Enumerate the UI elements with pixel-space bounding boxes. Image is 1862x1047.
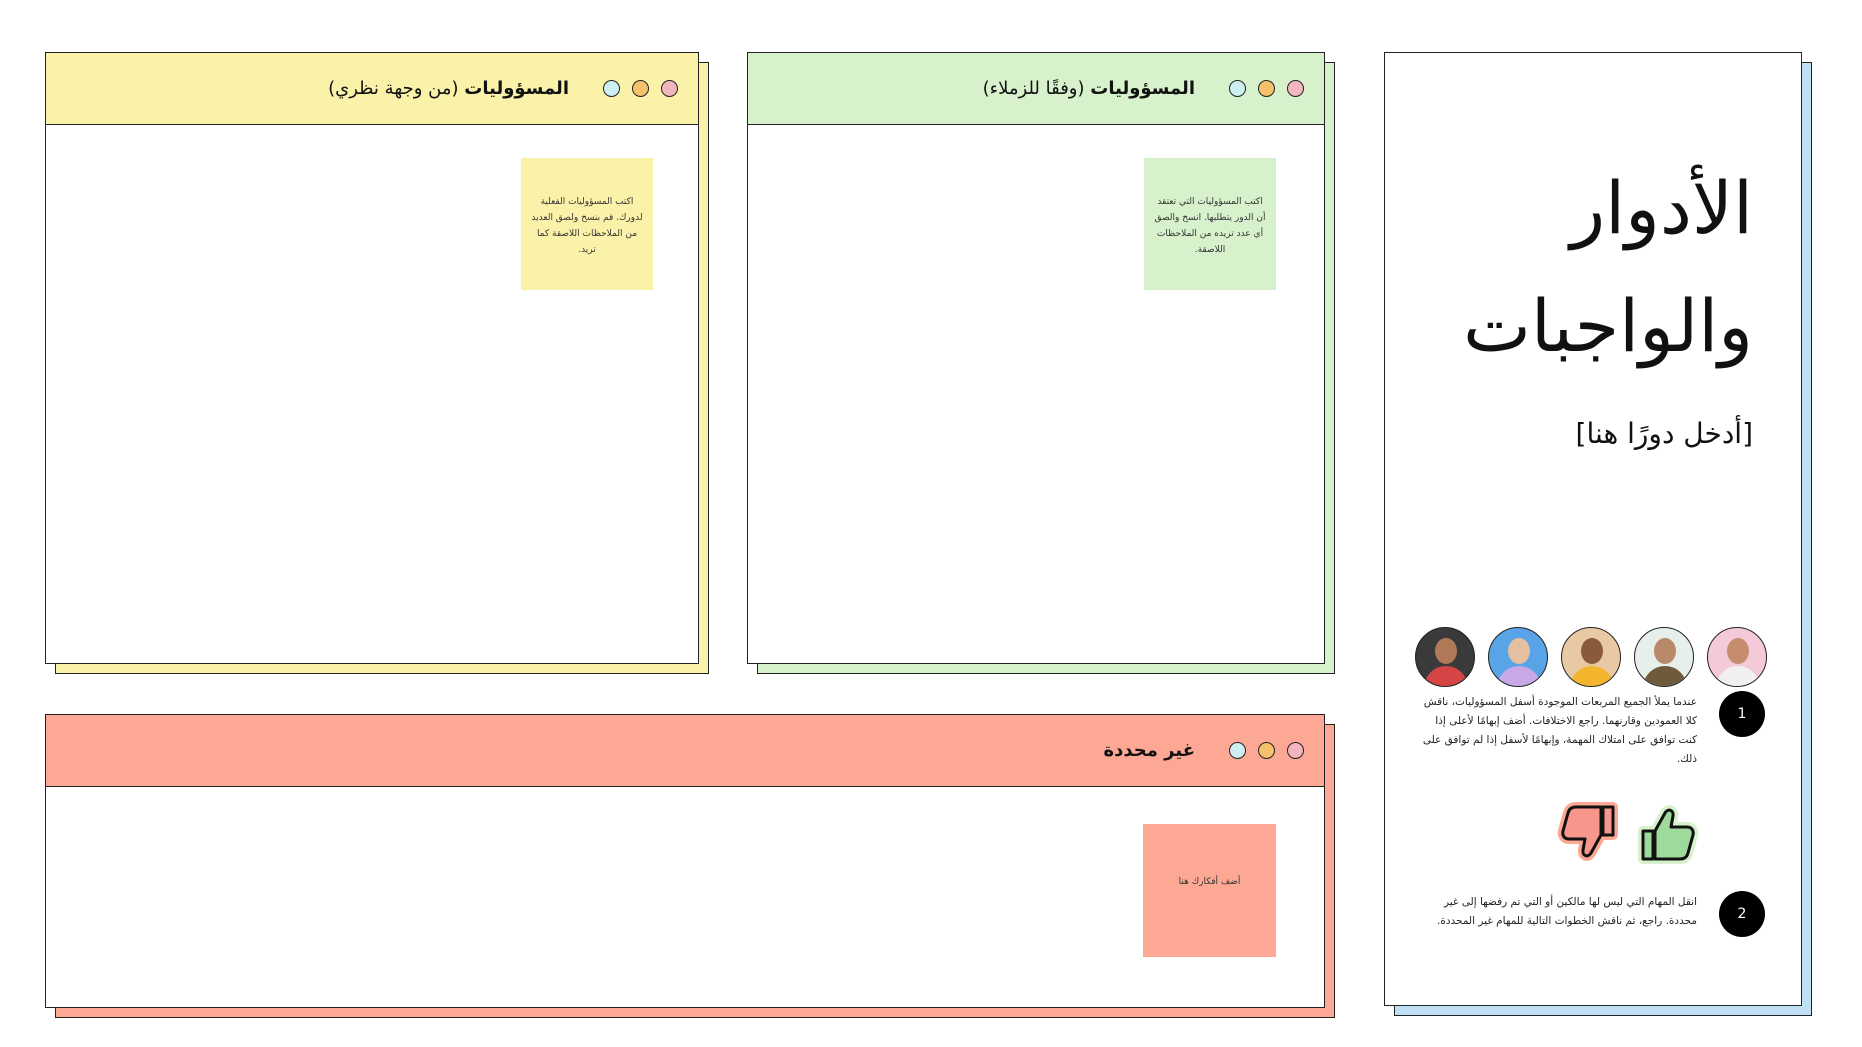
step-text: انقل المهام التي ليس لها مالكين أو التي … [1437, 896, 1697, 927]
undefined-panel[interactable]: غير محددة أضف أفكارك هنا [45, 714, 1325, 1008]
window-dot-pink [1287, 742, 1304, 759]
thumbs-up-icon [1638, 805, 1699, 864]
window-dot-orange [1258, 80, 1275, 97]
step-number-badge: 2 [1719, 891, 1765, 937]
step-number-badge: 1 [1719, 691, 1765, 737]
undefined-panel-header: غير محددة [46, 715, 1324, 787]
theory-sticky-note[interactable]: اكتب المسؤوليات الفعلية لدورك. قم بنسخ و… [521, 158, 653, 290]
window-dot-orange [1258, 742, 1275, 759]
card-title: الأدوار والواجبات [1463, 166, 1753, 368]
undefined-panel-title: غير محددة [1103, 740, 1196, 761]
undefined-sticky-note[interactable]: أضف أفكارك هنا [1143, 824, 1276, 957]
step-text: عندما يملأ الجميع المربعات الموجودة أسفل… [1422, 696, 1697, 765]
window-dot-pink [661, 80, 678, 97]
theory-panel[interactable]: المسؤوليات (من وجهة نظري) اكتب المسؤوليا… [45, 52, 699, 664]
thumbs-down-icon [1557, 802, 1618, 861]
role-placeholder[interactable]: [أدخل دورًا هنا] [1576, 417, 1753, 450]
window-dot-blue [1229, 742, 1246, 759]
peers-sticky-note[interactable]: اكتب المسؤوليات التي تعتقد أن الدور يتطل… [1144, 158, 1276, 290]
avatar [1634, 627, 1694, 687]
avatar [1707, 627, 1767, 687]
window-dot-pink [1287, 80, 1304, 97]
window-dot-blue [603, 80, 620, 97]
peers-panel[interactable]: المسؤوليات (وفقًا للزملاء) اكتب المسؤولي… [747, 52, 1325, 664]
avatar [1488, 627, 1548, 687]
peers-panel-title: المسؤوليات (وفقًا للزملاء) [982, 78, 1195, 99]
window-dot-orange [632, 80, 649, 97]
peers-panel-header: المسؤوليات (وفقًا للزملاء) [748, 53, 1324, 125]
theory-panel-header: المسؤوليات (من وجهة نظري) [46, 53, 698, 125]
window-dot-blue [1229, 80, 1246, 97]
info-card: الأدوار والواجبات [أدخل دورًا هنا] 1 عندم… [1384, 52, 1802, 1006]
theory-panel-title: المسؤوليات (من وجهة نظري) [328, 78, 569, 99]
avatar [1561, 627, 1621, 687]
avatar [1415, 627, 1475, 687]
